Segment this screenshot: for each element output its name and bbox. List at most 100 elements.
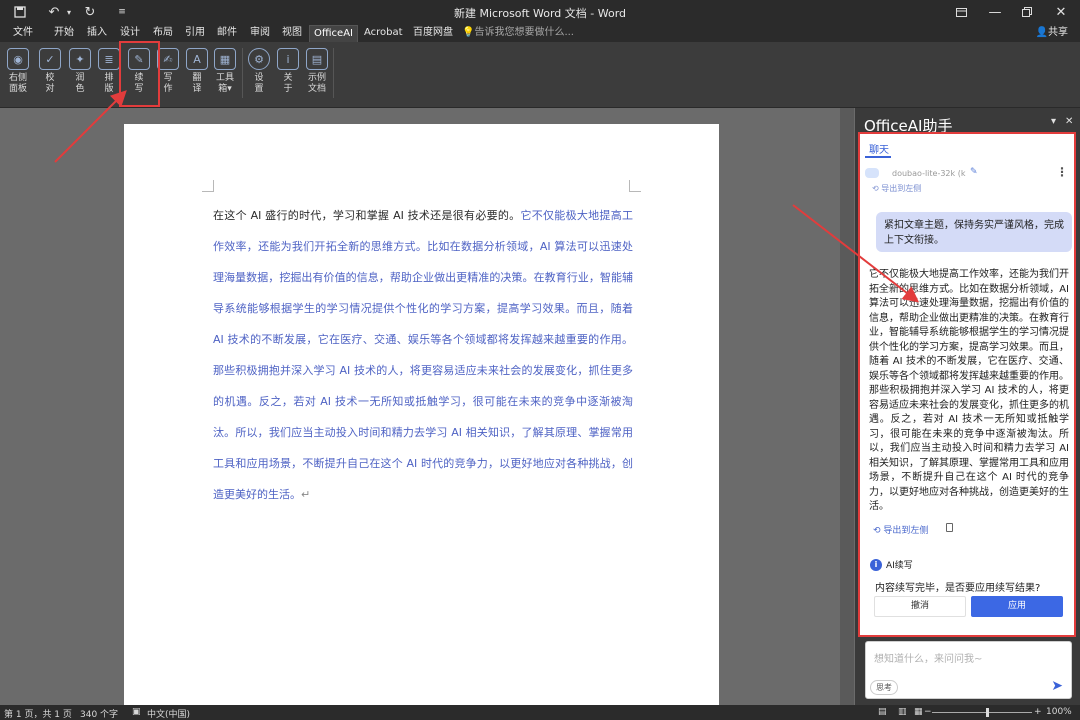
zoom-out-icon[interactable]: − bbox=[924, 707, 932, 717]
export-icon: ⟲ bbox=[872, 184, 882, 193]
toolbox-label: 工具 箱▾ bbox=[215, 73, 234, 94]
close-icon[interactable]: ✕ bbox=[1046, 2, 1076, 22]
ribbon-display-icon[interactable] bbox=[946, 2, 976, 22]
translate-icon: A bbox=[186, 48, 208, 70]
continue-write-highlight bbox=[119, 41, 160, 107]
tab-home[interactable]: 开始 bbox=[50, 25, 78, 42]
zoom-slider[interactable] bbox=[932, 712, 1032, 713]
export-left-link[interactable]: ⟲ 导出到左侧 bbox=[873, 523, 928, 536]
tab-insert[interactable]: 插入 bbox=[83, 25, 111, 42]
zoom-in-icon[interactable]: + bbox=[1034, 707, 1042, 717]
about-label: 关 于 bbox=[283, 73, 293, 94]
document-body[interactable]: 在这个 AI 盛行的时代，学习和掌握 AI 技术还是很有必要的。它不仅能极大地提… bbox=[213, 200, 633, 510]
chat-panel: 聊天 doubao-lite-32k (k ✎ ⋮ ⟲ 导出到左侧 紧扣文章主题… bbox=[858, 132, 1076, 637]
polish-button[interactable]: ✦ 润 色 bbox=[67, 46, 93, 102]
export-left-label: 导出到左侧 bbox=[883, 526, 929, 536]
tab-design[interactable]: 设计 bbox=[116, 25, 144, 42]
send-icon[interactable]: ➤ bbox=[1051, 678, 1063, 694]
more-options-icon[interactable]: ⋮ bbox=[1056, 165, 1068, 179]
export-left-top-label: 导出到左侧 bbox=[881, 184, 922, 193]
settings-button[interactable]: ⚙ 设 置 bbox=[246, 46, 272, 102]
ribbon-separator bbox=[333, 48, 334, 98]
web-layout-icon[interactable]: ▦ bbox=[914, 707, 923, 717]
about-icon: i bbox=[277, 48, 299, 70]
officeai-assistant-pane: OfficeAI助手 ▾ ✕ 聊天 doubao-lite-32k (k ✎ ⋮… bbox=[855, 108, 1080, 705]
write-icon: ✍ bbox=[157, 48, 179, 70]
tell-me-box[interactable]: 💡告诉我您想要做什么... bbox=[462, 25, 574, 41]
sample-doc-icon: ▤ bbox=[306, 48, 328, 70]
person-icon: 👤 bbox=[1035, 27, 1048, 38]
share-button[interactable]: 👤共享 bbox=[1036, 25, 1068, 41]
tab-review[interactable]: 审阅 bbox=[246, 25, 274, 42]
model-selector[interactable]: doubao-lite-32k (k ✎ ⋮ bbox=[865, 165, 1070, 183]
edit-icon[interactable]: ✎ bbox=[970, 167, 978, 177]
tab-view[interactable]: 视图 bbox=[278, 25, 306, 42]
read-mode-icon[interactable]: ▤ bbox=[878, 707, 887, 717]
ai-continued-text: 它不仅能极大地提高工作效率，还能为我们开拓全新的思维方式。比如在数据分析领域，A… bbox=[213, 209, 633, 501]
status-bar: 第 1 页，共 1 页 340 个字 ▣ 中文(中国) ▤ ▥ ▦ − + 10… bbox=[0, 705, 1080, 720]
format-icon: ≣ bbox=[98, 48, 120, 70]
cancel-button[interactable]: 撤消 bbox=[874, 596, 966, 617]
toolbox-icon: ▦ bbox=[214, 48, 236, 70]
zoom-level[interactable]: 100% bbox=[1046, 707, 1072, 717]
toolbox-button[interactable]: ▦ 工具 箱▾ bbox=[212, 46, 238, 102]
notice-text: 内容续写完毕，是否要应用续写结果? bbox=[875, 583, 1041, 594]
tab-chat[interactable]: 聊天 bbox=[869, 141, 889, 156]
ribbon-separator bbox=[242, 48, 243, 98]
chat-input[interactable]: 想知道什么，来问问我~ 思考 ➤ bbox=[865, 641, 1072, 699]
pane-close-icon[interactable]: ✕ bbox=[1065, 116, 1073, 127]
paragraph-mark: ↵ bbox=[301, 488, 311, 501]
share-label: 共享 bbox=[1048, 27, 1068, 38]
ribbon-officeai: ◉ 右侧 面板 ✓ 校 对 ✦ 润 色 ≣ 排 版 ✎ 续 写 ✍ 写 作 A … bbox=[0, 42, 1080, 108]
about-button[interactable]: i 关 于 bbox=[275, 46, 301, 102]
chat-input-placeholder: 想知道什么，来问问我~ bbox=[874, 654, 983, 665]
word-count[interactable]: 340 个字 bbox=[80, 707, 118, 720]
proofread-label: 校 对 bbox=[45, 73, 55, 94]
model-name: doubao-lite-32k (k bbox=[892, 169, 966, 178]
tab-officeai[interactable]: OfficeAI bbox=[309, 25, 358, 42]
document-area: 在这个 AI 盛行的时代，学习和掌握 AI 技术还是很有必要的。它不仅能极大地提… bbox=[0, 108, 840, 714]
document-page[interactable]: 在这个 AI 盛行的时代，学习和掌握 AI 技术还是很有必要的。它不仅能极大地提… bbox=[124, 124, 719, 714]
robot-icon: ◉ bbox=[7, 48, 29, 70]
tab-mailings[interactable]: 邮件 bbox=[213, 25, 241, 42]
translate-button[interactable]: A 翻 译 bbox=[184, 46, 210, 102]
language[interactable]: 中文(中国) bbox=[147, 707, 190, 720]
print-layout-icon[interactable]: ▥ bbox=[898, 707, 907, 717]
notice-header: i AI续写 bbox=[870, 558, 913, 571]
tell-me-text: 告诉我您想要做什么... bbox=[474, 27, 574, 38]
notice-title: AI续写 bbox=[886, 561, 913, 571]
window-title: 新建 Microsoft Word 文档 - Word bbox=[453, 7, 627, 20]
proofread-icon: ✓ bbox=[39, 48, 61, 70]
original-text: 在这个 AI 盛行的时代，学习和掌握 AI 技术还是很有必要的。 bbox=[213, 209, 521, 222]
margin-corner bbox=[202, 180, 214, 192]
export-left-link-top[interactable]: ⟲ 导出到左侧 bbox=[872, 183, 921, 194]
copy-icon[interactable] bbox=[946, 523, 953, 532]
translate-label: 翻 译 bbox=[192, 73, 202, 94]
apply-button[interactable]: 应用 bbox=[971, 596, 1063, 617]
sample-doc-button[interactable]: ▤ 示例 文档 bbox=[304, 46, 330, 102]
zoom-slider-thumb[interactable] bbox=[986, 708, 989, 717]
export-icon: ⟲ bbox=[873, 526, 884, 536]
sample-doc-label: 示例 文档 bbox=[307, 73, 326, 94]
minimize-icon[interactable]: — bbox=[980, 2, 1010, 22]
lightbulb-icon: 💡 bbox=[462, 27, 475, 38]
title-bar: ↶ ▾ ↻ ≡ 新建 Microsoft Word 文档 - Word — ✕ bbox=[0, 0, 1080, 24]
ai-avatar-icon bbox=[865, 168, 879, 178]
info-icon: i bbox=[870, 558, 882, 571]
proofread-button[interactable]: ✓ 校 对 bbox=[37, 46, 63, 102]
page-count[interactable]: 第 1 页，共 1 页 bbox=[4, 707, 72, 720]
tab-references[interactable]: 引用 bbox=[181, 25, 209, 42]
right-panel-button[interactable]: ◉ 右侧 面板 bbox=[5, 46, 31, 102]
pane-options-icon[interactable]: ▾ bbox=[1051, 116, 1056, 127]
tab-baidu-netdisk[interactable]: 百度网盘 bbox=[409, 25, 457, 42]
document-scrollbar[interactable] bbox=[840, 108, 854, 705]
tab-acrobat[interactable]: Acrobat bbox=[360, 25, 407, 42]
proofing-icon[interactable]: ▣ bbox=[132, 707, 141, 717]
tab-layout[interactable]: 布局 bbox=[149, 25, 177, 42]
restore-icon[interactable] bbox=[1012, 2, 1042, 22]
think-toggle[interactable]: 思考 bbox=[870, 680, 898, 695]
tab-file[interactable]: 文件 bbox=[9, 25, 37, 42]
settings-label: 设 置 bbox=[254, 73, 264, 94]
ribbon-tabs: 文件 开始 插入 设计 布局 引用 邮件 审阅 视图 OfficeAI Acro… bbox=[0, 24, 1080, 42]
polish-icon: ✦ bbox=[69, 48, 91, 70]
